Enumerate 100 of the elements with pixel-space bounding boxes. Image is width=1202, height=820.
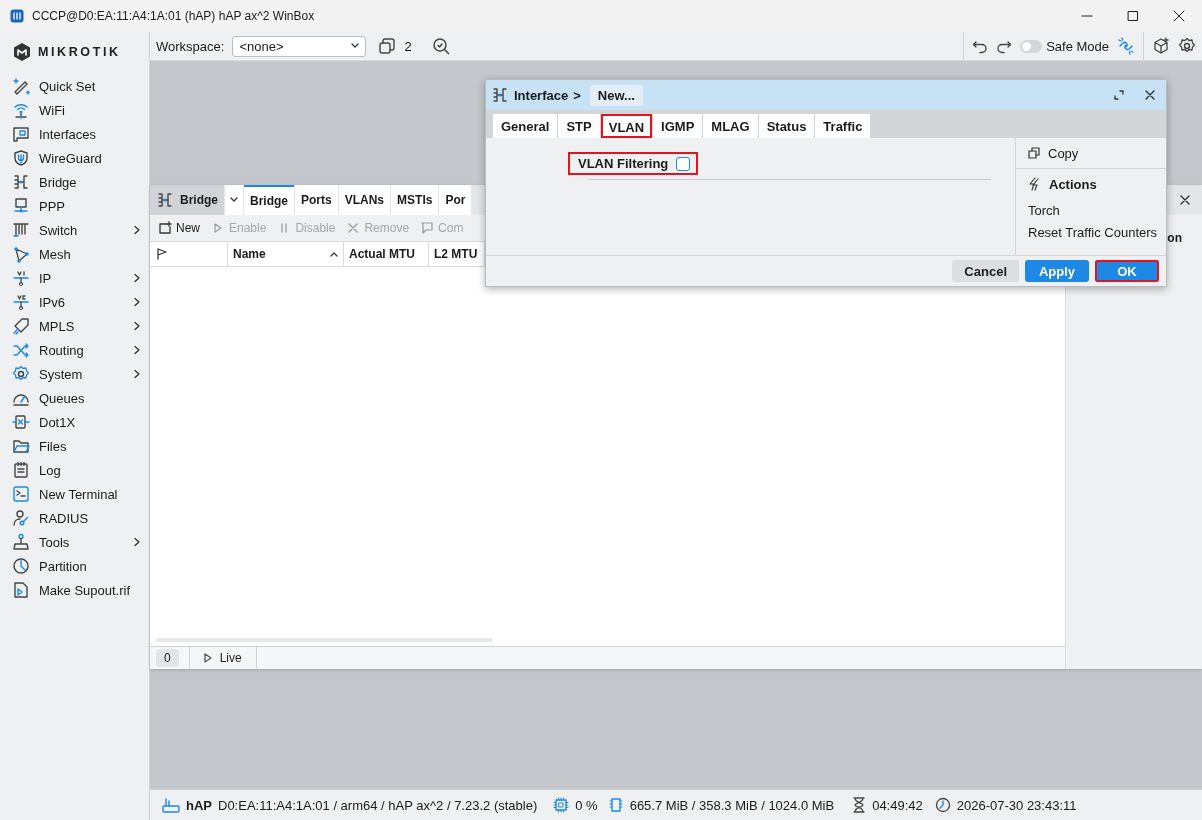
workspace-dropdown[interactable]: <none>	[232, 35, 367, 57]
play-icon	[203, 653, 212, 663]
folder-icon	[12, 437, 30, 455]
mesh-icon	[12, 245, 30, 263]
sidebar-item[interactable]: Mesh	[0, 242, 149, 266]
router-icon	[162, 797, 180, 813]
tab[interactable]: Bridge	[244, 185, 294, 215]
sidebar-item[interactable]: RADIUS	[0, 506, 149, 530]
memory-usage: 665.7 MiB / 358.3 MiB / 1024.0 MiB	[629, 797, 835, 813]
app-icon	[10, 9, 24, 23]
sidebar-item[interactable]: Files	[0, 434, 149, 458]
disconnect-icon[interactable]	[1117, 37, 1135, 55]
column-header[interactable]: Actual MTU	[344, 242, 429, 266]
breadcrumb-link[interactable]: Interface	[514, 87, 569, 103]
sidebar-item[interactable]: IPv6	[0, 290, 149, 314]
safe-mode-label: Safe Mode	[1046, 38, 1109, 54]
cpu-usage: 0 %	[575, 797, 598, 813]
sidebar-item[interactable]: Dot1X	[0, 410, 149, 434]
close-icon[interactable]	[1145, 90, 1155, 100]
logo-icon	[12, 42, 32, 62]
sidebar-item[interactable]: Bridge	[0, 170, 149, 194]
sidebar-item[interactable]: MPLS	[0, 314, 149, 338]
window-title: CCCP@D0:EA:11:A4:1A:01 (hAP) hAP ax^2 WinBox	[32, 9, 316, 23]
tab[interactable]: MSTIs	[391, 185, 439, 215]
sidebar-item[interactable]: Queues	[0, 386, 149, 410]
memory-icon	[607, 797, 624, 813]
action-item[interactable]: Torch	[1016, 199, 1166, 221]
sidebar-item[interactable]: New Terminal	[0, 482, 149, 506]
lightning-icon	[1027, 177, 1041, 191]
shield-icon	[12, 149, 30, 167]
tab[interactable]: Por	[439, 185, 472, 215]
dialog-button[interactable]: Apply	[1025, 260, 1089, 282]
search-icon[interactable]	[431, 37, 450, 55]
panel-heading: Actions	[1049, 176, 1097, 192]
checkbox[interactable]	[676, 156, 691, 171]
sidebar-item[interactable]: WiFi	[0, 98, 149, 122]
network-card-icon	[12, 125, 30, 143]
caret-down-icon	[351, 43, 360, 49]
item-count: 0	[156, 649, 179, 667]
notepad-icon	[12, 461, 30, 479]
sidebar-item[interactable]: Tools	[0, 530, 149, 554]
tab[interactable]: STP	[558, 114, 600, 138]
comment-icon	[420, 221, 435, 235]
sidebar-item[interactable]: Routing	[0, 338, 149, 362]
action-item[interactable]: Reset Traffic Counters	[1016, 221, 1166, 243]
safe-mode-toggle[interactable]	[1020, 39, 1043, 53]
tab[interactable]: MLAG	[703, 114, 758, 138]
restore-icon[interactable]	[1114, 90, 1124, 100]
sidebar-item[interactable]: WireGuard	[0, 146, 149, 170]
settings-icon	[12, 365, 30, 383]
sidebar-item[interactable]: Quick Set	[0, 74, 149, 98]
field-label: VLAN Filtering	[578, 156, 669, 171]
shuffle-icon	[12, 341, 30, 359]
maximize-icon[interactable]	[1127, 10, 1139, 22]
uptime: 04:49:42	[872, 797, 923, 813]
copy-button[interactable]: Copy	[1016, 138, 1166, 169]
sidebar-item[interactable]: IP	[0, 266, 149, 290]
sort-ascending-icon	[330, 251, 338, 257]
network-node-icon	[12, 269, 30, 287]
switch-icon	[12, 221, 30, 239]
sidebar-item[interactable]: System	[0, 362, 149, 386]
column-header[interactable]: Name	[228, 242, 344, 266]
dialog-button[interactable]: Cancel	[952, 260, 1019, 282]
workspace-label: Workspace:	[156, 38, 225, 54]
tag-icon	[12, 317, 30, 335]
network-x-icon	[12, 413, 30, 431]
bridge-icon	[156, 191, 174, 209]
sidebar-item[interactable]: PPP	[0, 194, 149, 218]
tab[interactable]: Status	[758, 114, 815, 138]
tab[interactable]: VLAN	[600, 114, 653, 138]
tab[interactable]: Traffic	[815, 114, 871, 138]
tab[interactable]: IGMP	[653, 114, 703, 138]
wand-icon	[12, 77, 30, 95]
terminal-icon	[12, 485, 30, 503]
tab[interactable]: Ports	[295, 185, 338, 215]
cube-plus-icon[interactable]	[1152, 37, 1170, 55]
flag-icon	[156, 248, 168, 260]
sidebar-item[interactable]: Log	[0, 458, 149, 482]
bridge-icon	[491, 86, 509, 104]
hourglass-icon	[852, 797, 867, 813]
tab[interactable]: VLANs	[338, 185, 391, 215]
caret-down-icon	[230, 197, 238, 203]
window-title: Bridge	[180, 193, 218, 207]
sidebar-item[interactable]: Make Supout.rif	[0, 578, 149, 602]
sidebar-item[interactable]: Partition	[0, 554, 149, 578]
sidebar-item[interactable]: Switch	[0, 218, 149, 242]
windows-icon[interactable]	[378, 37, 397, 55]
cpu-icon	[553, 797, 570, 813]
close-icon[interactable]	[1173, 10, 1185, 22]
close-icon[interactable]	[1180, 195, 1190, 205]
dialog-button[interactable]: OK	[1095, 260, 1159, 282]
tab[interactable]: General	[493, 114, 558, 138]
live-button[interactable]: Live	[188, 647, 257, 669]
date-time: 2026-07-30 23:43:11	[956, 797, 1077, 813]
new-window-icon	[158, 221, 172, 235]
settings-icon[interactable]	[1178, 37, 1196, 55]
toolbar-button[interactable]: New	[158, 221, 200, 235]
copy-icon	[1028, 147, 1040, 159]
monitor-icon	[12, 197, 30, 215]
sidebar-item[interactable]: Interfaces	[0, 122, 149, 146]
